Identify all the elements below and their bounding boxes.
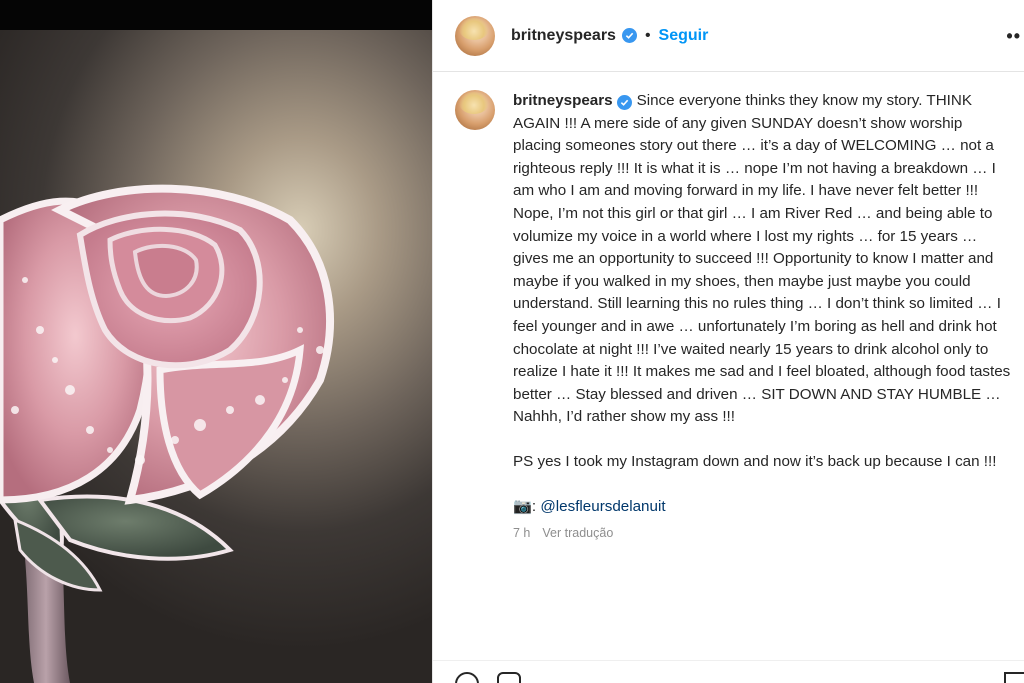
image-top-bar xyxy=(0,0,432,30)
username-link[interactable]: britneyspears xyxy=(511,27,616,45)
separator-dot: • xyxy=(644,26,651,44)
caption-body: britneyspears Since everyone thinks they … xyxy=(513,90,1013,540)
post-image[interactable] xyxy=(0,0,432,683)
post-time[interactable]: 7 h xyxy=(513,526,530,540)
follow-button[interactable]: Seguir xyxy=(659,27,709,45)
caption-ps: PS yes I took my Instagram down and now … xyxy=(513,452,997,470)
avatar[interactable] xyxy=(455,15,495,56)
caption-message: Since everyone thinks they know my story… xyxy=(513,92,1015,426)
camera-icon: 📷: xyxy=(513,497,537,515)
actions-divider xyxy=(433,660,1024,661)
post-meta: 7 h Ver tradução xyxy=(513,526,1013,540)
more-options-icon[interactable]: •• xyxy=(1006,26,1021,47)
frosted-rose-illustration xyxy=(0,184,334,683)
credit-mention-link[interactable]: @lesfleursdelanuit xyxy=(540,498,665,515)
save-bookmark-icon[interactable] xyxy=(1004,672,1024,683)
action-bar xyxy=(455,672,539,683)
caption-username-link[interactable]: britneyspears xyxy=(513,92,613,109)
post-panel: britneyspears • Seguir •• britneyspears S… xyxy=(432,0,1024,683)
caption-row: britneyspears Since everyone thinks they … xyxy=(455,90,1015,540)
caption-text: britneyspears Since everyone thinks they … xyxy=(513,90,1013,429)
see-translation-link[interactable]: Ver tradução xyxy=(542,526,613,540)
caption-avatar[interactable] xyxy=(455,90,495,130)
verified-badge-icon xyxy=(621,28,637,43)
verified-badge-icon xyxy=(616,95,632,110)
post-header: britneyspears • Seguir •• xyxy=(433,0,1024,72)
photo-credit: 📷: @lesfleursdelanuit xyxy=(513,496,1013,518)
like-heart-icon[interactable] xyxy=(455,672,479,683)
comment-icon[interactable] xyxy=(497,672,521,683)
